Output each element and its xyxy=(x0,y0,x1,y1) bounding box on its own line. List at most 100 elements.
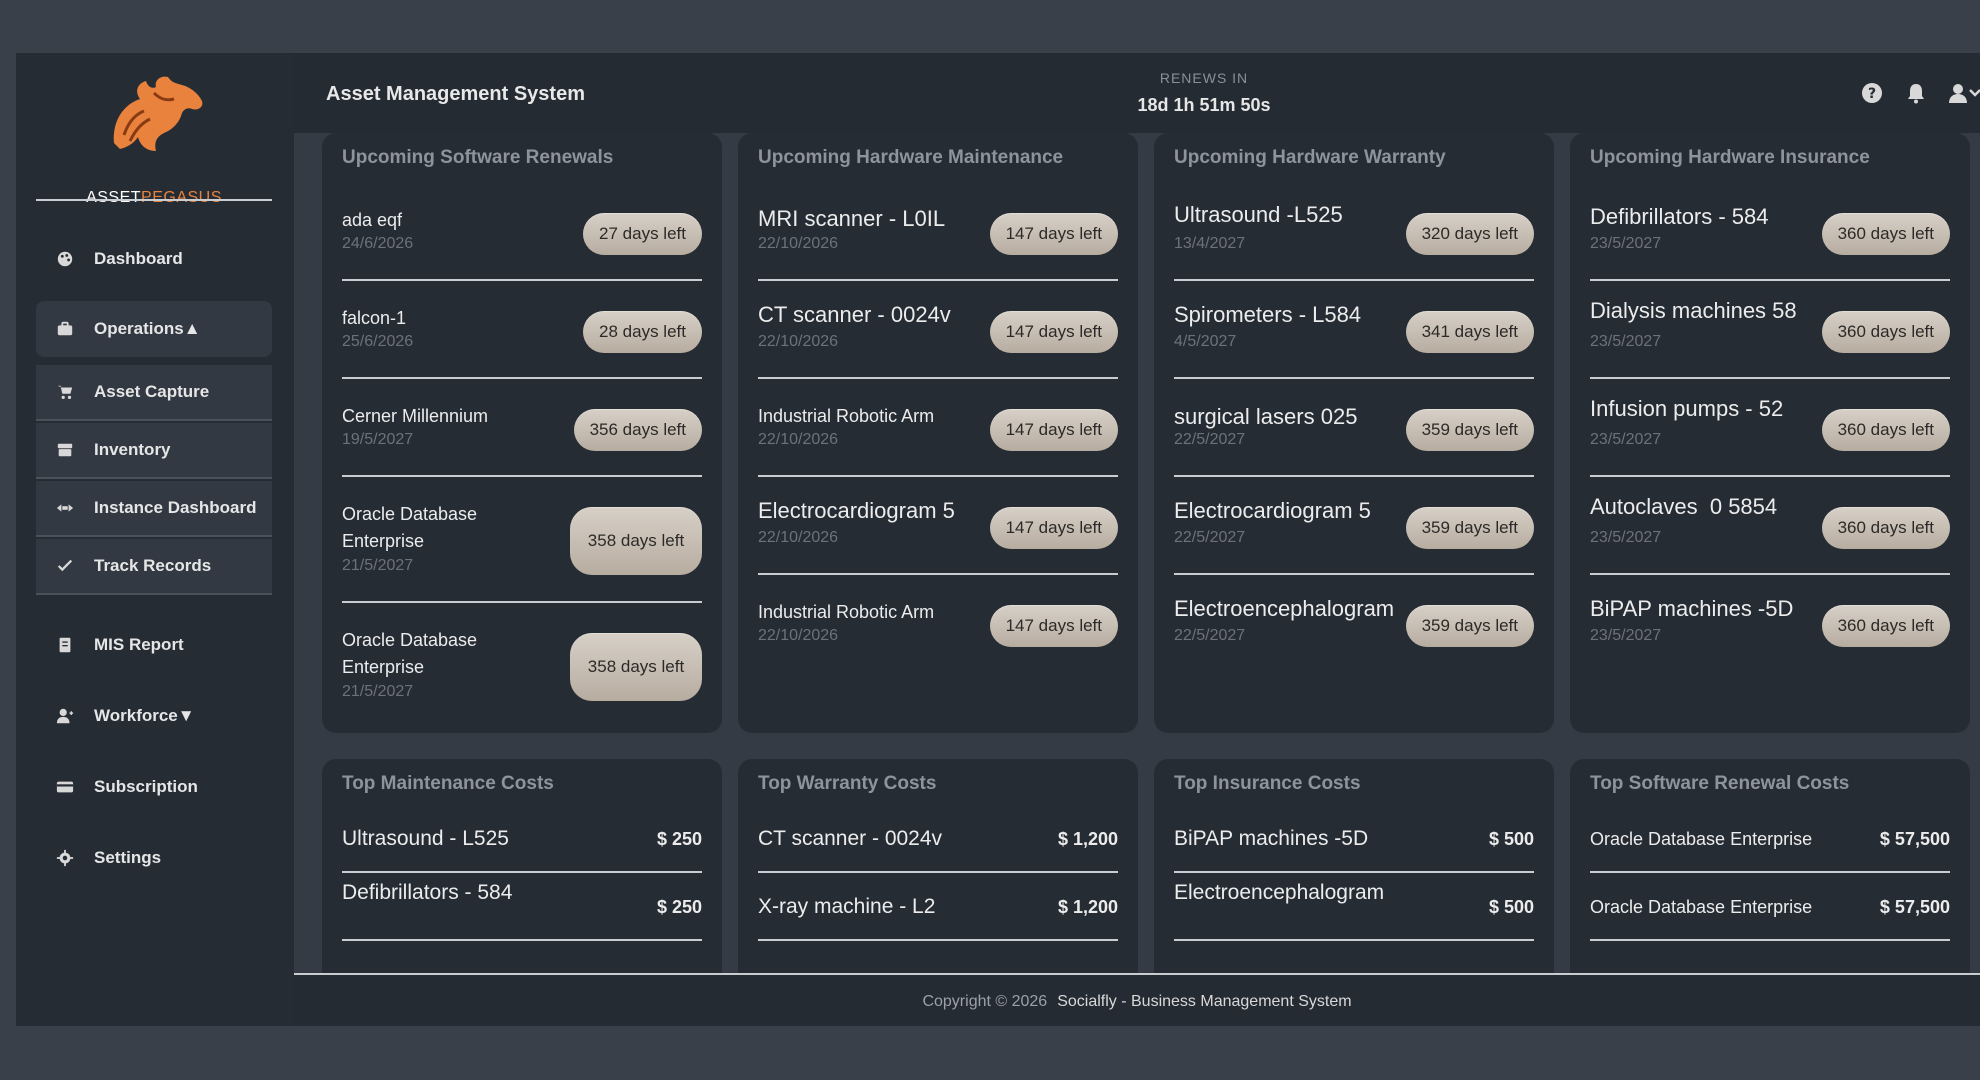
item-name: Industrial Robotic Arm xyxy=(758,406,935,426)
item-date: 24/6/2026 xyxy=(342,235,414,252)
list-item[interactable]: Spirometers - L584 4/5/2027 341 days lef… xyxy=(1174,281,1534,379)
days-left-badge: 359 days left xyxy=(1405,605,1534,647)
item-name: Oracle Database Enterprise xyxy=(342,504,478,551)
bell-icon[interactable] xyxy=(1904,81,1930,107)
cost-row[interactable]: X-ray machine - L2 $ 1,200 xyxy=(758,873,1118,941)
list-item[interactable]: Industrial Robotic Arm 22/10/2026 147 da… xyxy=(758,379,1118,477)
software-renewals-card: Upcoming Software Renewals ada eqf 24/6/… xyxy=(322,133,722,733)
sidebar-item-label: Inventory xyxy=(94,440,171,459)
list-item[interactable]: surgical lasers 025 22/5/2027 359 days l… xyxy=(1174,379,1534,477)
cost-item-name: Electroencephalogram xyxy=(1174,881,1385,904)
card-title: Upcoming Software Renewals xyxy=(342,147,614,168)
sidebar-item-workforce[interactable]: Workforce▼ xyxy=(36,688,272,744)
item-date: 22/10/2026 xyxy=(758,333,839,350)
list-item[interactable]: Electroencephalogram 22/5/2027 359 days … xyxy=(1174,575,1534,673)
sidebar-item-instance-dashboard[interactable]: Instance Dashboard xyxy=(36,481,272,537)
list-item[interactable]: Oracle Database Enterprise 21/5/2027 358… xyxy=(342,477,702,603)
list-item[interactable]: falcon-1 25/6/2026 28 days left xyxy=(342,281,702,379)
card-title: Top Software Renewal Costs xyxy=(1590,773,1850,794)
days-left-badge: 359 days left xyxy=(1405,409,1534,451)
list-item[interactable]: Electrocardiogram 5 22/10/2026 147 days … xyxy=(758,477,1118,575)
sidebar-item-dashboard[interactable]: Dashboard xyxy=(36,231,272,287)
item-date: 25/6/2026 xyxy=(342,333,414,350)
item-name: falcon-1 xyxy=(342,308,407,328)
sidebar-item-label: Settings xyxy=(94,848,162,867)
cost-value: $ 1,200 xyxy=(1057,829,1118,849)
cost-row[interactable]: Oracle Database Enterprise $ 57,500 xyxy=(1590,873,1950,941)
days-left-badge: 320 days left xyxy=(1405,213,1534,255)
item-date: 22/5/2027 xyxy=(1174,431,1246,448)
sidebar-item-mis-report[interactable]: MIS Report xyxy=(36,617,272,673)
cost-row[interactable]: CT scanner - 0024v $ 1,200 xyxy=(758,805,1118,873)
copyright-text: Copyright © 2026 xyxy=(922,993,1048,1010)
insurance-costs-card: Top Insurance Costs BiPAP machines -5D $… xyxy=(1154,759,1554,973)
days-left-badge: 360 days left xyxy=(1821,213,1950,255)
item-date: 22/5/2027 xyxy=(1174,529,1246,546)
days-left-badge: 147 days left xyxy=(989,507,1118,549)
list-item[interactable]: Dialysis machines 58 23/5/2027 360 days … xyxy=(1590,281,1950,379)
days-left-badge: 147 days left xyxy=(989,605,1118,647)
list-item[interactable]: Defibrillators - 584 23/5/2027 360 days … xyxy=(1590,183,1950,281)
sidebar-item-operations[interactable]: Operations▲ xyxy=(36,301,272,357)
card-title: Top Insurance Costs xyxy=(1174,773,1361,794)
cost-value: $ 57,500 xyxy=(1879,897,1950,917)
renew-label: RENEWS IN xyxy=(1159,70,1249,86)
list-item[interactable]: Electrocardiogram 5 22/5/2027 359 days l… xyxy=(1174,477,1534,575)
item-date: 21/5/2027 xyxy=(342,557,414,574)
list-item[interactable]: Oracle Database Enterprise 21/5/2027 358… xyxy=(342,603,702,729)
cost-row[interactable]: BiPAP machines -5D $ 500 xyxy=(1174,805,1534,873)
footer-brand-link[interactable]: Socialfly - Business Management System xyxy=(1057,993,1351,1010)
sidebar-item-label: Workforce▼ xyxy=(94,706,195,725)
hardware-warranty-card: Upcoming Hardware Warranty Ultrasound -L… xyxy=(1154,133,1554,733)
cost-value: $ 500 xyxy=(1488,829,1534,849)
item-date: 22/10/2026 xyxy=(758,431,839,448)
cost-row[interactable]: Electroencephalogram $ 500 xyxy=(1174,873,1534,941)
user-plus-icon xyxy=(54,705,76,727)
list-item[interactable]: Autoclaves 0 5854 23/5/2027 360 days lef… xyxy=(1590,477,1950,575)
cost-row[interactable]: Ultrasound - L525 $ 250 xyxy=(342,805,702,873)
days-left-badge: 147 days left xyxy=(989,213,1118,255)
cost-row[interactable]: Oracle Database Enterprise $ 57,500 xyxy=(1590,805,1950,873)
user-menu-icon[interactable] xyxy=(1948,81,1980,107)
card-icon xyxy=(54,776,76,798)
days-left-badge: 360 days left xyxy=(1821,311,1950,353)
list-item[interactable]: MRI scanner - L0IL 22/10/2026 147 days l… xyxy=(758,183,1118,281)
cost-item-name: BiPAP machines -5D xyxy=(1174,827,1369,850)
sidebar-item-subscription[interactable]: Subscription xyxy=(36,759,272,815)
footer: Copyright © 2026 Socialfly - Business Man… xyxy=(294,973,1980,1026)
pegasus-logo-icon xyxy=(113,76,203,151)
item-date: 22/10/2026 xyxy=(758,627,839,644)
list-item[interactable]: Industrial Robotic Arm 22/10/2026 147 da… xyxy=(758,575,1118,673)
item-name: surgical lasers 025 xyxy=(1174,404,1358,429)
list-item[interactable]: CT scanner - 0024v 22/10/2026 147 days l… xyxy=(758,281,1118,379)
gear-icon xyxy=(54,847,76,869)
sidebar-item-label: Subscription xyxy=(94,777,198,796)
days-left-badge: 28 days left xyxy=(583,311,702,353)
list-item[interactable]: ada eqf 24/6/2026 27 days left xyxy=(342,183,702,281)
sidebar-item-settings[interactable]: Settings xyxy=(36,830,272,886)
item-date: 23/5/2027 xyxy=(1590,529,1662,546)
cost-value: $ 1,200 xyxy=(1057,897,1118,917)
item-date: 23/5/2027 xyxy=(1590,333,1662,350)
list-item[interactable]: Cerner Millennium 19/5/2027 356 days lef… xyxy=(342,379,702,477)
cost-row[interactable]: Defibrillators - 584 $ 250 xyxy=(342,873,702,941)
item-name: MRI scanner - L0IL xyxy=(758,206,946,231)
days-left-badge: 356 days left xyxy=(573,409,702,451)
sidebar-item-asset-capture[interactable]: Asset Capture xyxy=(36,365,272,421)
logo[interactable]: ASSETPEGASUS xyxy=(36,73,272,206)
sidebar-item-inventory[interactable]: Inventory xyxy=(36,423,272,479)
list-item[interactable]: Infusion pumps - 52 23/5/2027 360 days l… xyxy=(1590,379,1950,477)
list-item[interactable]: BiPAP machines -5D 23/5/2027 360 days le… xyxy=(1590,575,1950,673)
sidebar-item-track-records[interactable]: Track Records xyxy=(36,539,272,595)
item-date: 22/10/2026 xyxy=(758,529,839,546)
list-item[interactable]: Ultrasound -L525 13/4/2027 320 days left xyxy=(1174,183,1534,281)
cost-item-name: Oracle Database Enterprise xyxy=(1590,897,1813,917)
days-left-badge: 360 days left xyxy=(1821,409,1950,451)
footer-text: Copyright © 2026 Socialfly - Business Man… xyxy=(294,993,1980,1011)
item-name: Electroencephalogram xyxy=(1174,596,1395,621)
arrows-icon xyxy=(54,497,76,519)
hardware-maintenance-card: Upcoming Hardware Maintenance MRI scanne… xyxy=(738,133,1138,733)
help-icon[interactable]: ? xyxy=(1860,81,1886,107)
palette-icon xyxy=(54,248,76,270)
item-name: Ultrasound -L525 xyxy=(1174,202,1343,227)
